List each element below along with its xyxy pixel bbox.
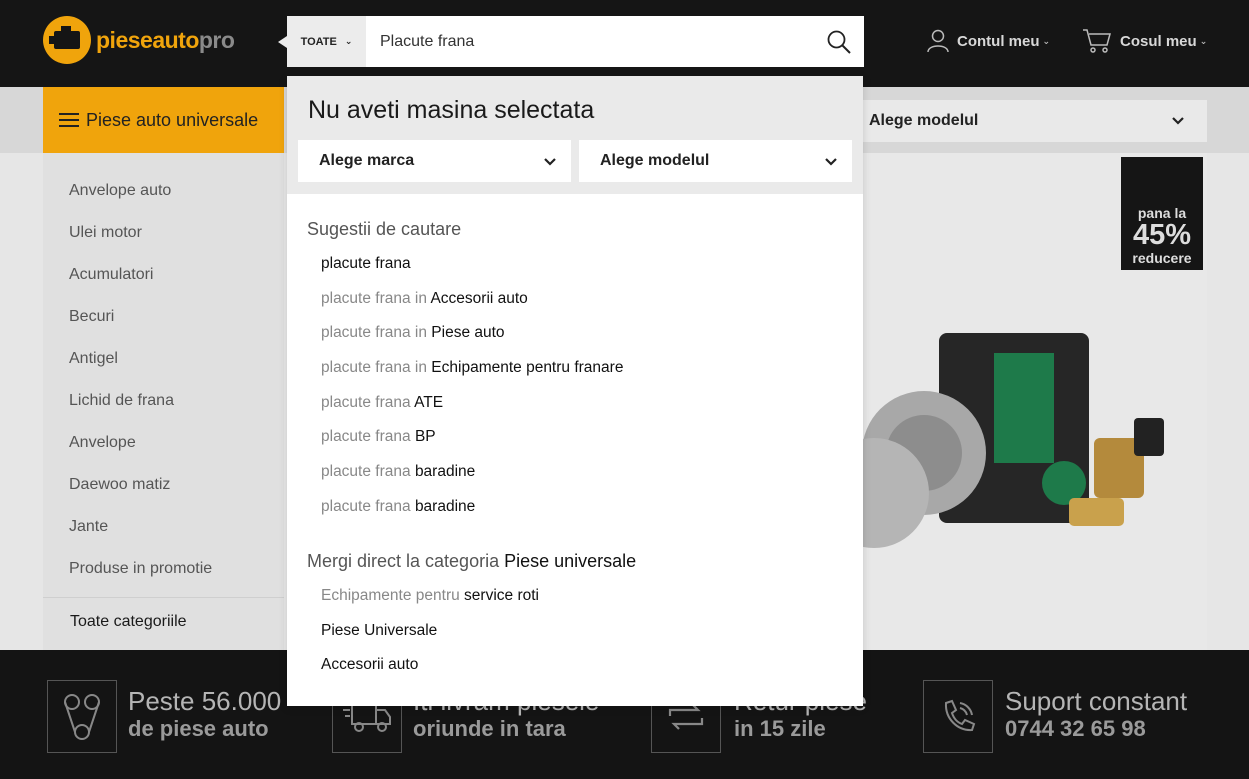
sidebar-item[interactable]: Acumulatori bbox=[69, 266, 153, 284]
feature-subtitle: de piese auto bbox=[128, 716, 269, 741]
suggestion-item[interactable]: placute frana BP bbox=[321, 428, 436, 446]
search-category-select[interactable]: TOATE ⌄ bbox=[278, 16, 366, 67]
cart-icon bbox=[1083, 29, 1111, 53]
chevron-down-icon: ⌄ bbox=[1042, 35, 1051, 46]
discount-promo-badge[interactable]: pana la 45% reducere bbox=[1121, 157, 1203, 270]
search-category-label: TOATE bbox=[300, 35, 337, 48]
user-icon bbox=[927, 29, 949, 53]
sidebar-item[interactable]: Produse in promotie bbox=[69, 560, 212, 578]
brand-select[interactable]: Alege marca bbox=[298, 140, 571, 182]
search-bar: TOATE ⌄ bbox=[278, 16, 864, 67]
timing-belt-icon bbox=[47, 680, 117, 753]
category-sidebar: Anvelope auto Ulei motor Acumulatori Bec… bbox=[43, 153, 284, 650]
all-categories-link[interactable]: Toate categoriile bbox=[70, 613, 187, 631]
chevron-down-icon: ⌄ bbox=[1199, 35, 1208, 46]
universal-parts-menu[interactable]: Piese auto universale bbox=[43, 87, 284, 153]
search-input[interactable] bbox=[366, 16, 814, 67]
site-logo[interactable]: pieseautopro bbox=[43, 16, 235, 64]
category-item[interactable]: Echipamente pentru service roti bbox=[321, 587, 539, 605]
chevron-down-icon bbox=[825, 158, 837, 166]
cart-menu[interactable]: Cosul meu ⌄ bbox=[1082, 26, 1207, 56]
sidebar-divider bbox=[43, 597, 284, 598]
sidebar-item[interactable]: Daewoo matiz bbox=[69, 476, 170, 494]
search-suggestions-dropdown: Nu aveti masina selectata Alege marca Al… bbox=[287, 76, 863, 706]
suggestion-item[interactable]: placute frana in Accesorii auto bbox=[321, 290, 528, 308]
suggestions-title: Sugestii de cautare bbox=[307, 219, 462, 239]
chevron-down-icon bbox=[1172, 117, 1184, 125]
sidebar-item[interactable]: Anvelope auto bbox=[69, 182, 171, 200]
chevron-down-icon: ⌄ bbox=[344, 36, 353, 46]
suggestion-item[interactable]: placute frana baradine bbox=[321, 498, 475, 516]
feature-subtitle: in 15 zile bbox=[734, 716, 826, 741]
search-icon bbox=[827, 30, 851, 54]
sidebar-item[interactable]: Lichid de frana bbox=[69, 392, 174, 410]
brand-select-label: Alege marca bbox=[319, 152, 415, 169]
sidebar-item[interactable]: Becuri bbox=[69, 308, 114, 326]
logo-text: pieseautopro bbox=[96, 26, 235, 53]
suggestion-item[interactable]: placute frana ATE bbox=[321, 394, 443, 412]
model-select-label: Alege modelul bbox=[600, 152, 710, 169]
suggestion-item[interactable]: placute frana in Echipamente pentru fran… bbox=[321, 359, 623, 377]
model-select[interactable]: Alege modelul bbox=[579, 140, 852, 182]
category-item[interactable]: Piese Universale bbox=[321, 622, 437, 640]
universal-parts-label: Piese auto universale bbox=[86, 109, 259, 130]
search-button[interactable] bbox=[814, 16, 864, 67]
sidebar-item[interactable]: Ulei motor bbox=[69, 224, 142, 242]
sidebar-item[interactable]: Jante bbox=[69, 518, 108, 536]
suggestion-item[interactable]: placute frana in Piese auto bbox=[321, 324, 505, 342]
feature-title: Suport constant bbox=[1005, 686, 1188, 716]
hamburger-icon bbox=[59, 113, 79, 127]
suggestion-item[interactable]: placute frana bbox=[321, 255, 411, 273]
phone-icon bbox=[923, 680, 993, 753]
engine-logo-icon bbox=[43, 16, 91, 64]
account-label: Contul meu bbox=[957, 32, 1040, 50]
model-select-label: Alege modelul bbox=[869, 112, 979, 129]
category-shortcut-title: Mergi direct la categoria Piese universa… bbox=[307, 551, 637, 571]
no-vehicle-heading: Nu aveti masina selectata bbox=[308, 96, 595, 124]
vehicle-selector-panel: Nu aveti masina selectata Alege marca Al… bbox=[287, 76, 863, 194]
feature-subtitle: oriunde in tara bbox=[413, 716, 566, 741]
feature-title: Peste 56.000 bbox=[128, 686, 282, 716]
model-select-background[interactable]: Alege modelul bbox=[850, 100, 1207, 142]
sidebar-item[interactable]: Anvelope bbox=[69, 434, 136, 452]
sidebar-item[interactable]: Antigel bbox=[69, 350, 118, 368]
cart-label: Cosul meu bbox=[1120, 32, 1197, 50]
account-menu[interactable]: Contul meu ⌄ bbox=[927, 26, 1050, 56]
category-item[interactable]: Accesorii auto bbox=[321, 656, 418, 674]
chevron-down-icon bbox=[544, 158, 556, 166]
suggestion-item[interactable]: placute frana baradine bbox=[321, 463, 475, 481]
feature-subtitle: 0744 32 65 98 bbox=[1005, 716, 1146, 741]
